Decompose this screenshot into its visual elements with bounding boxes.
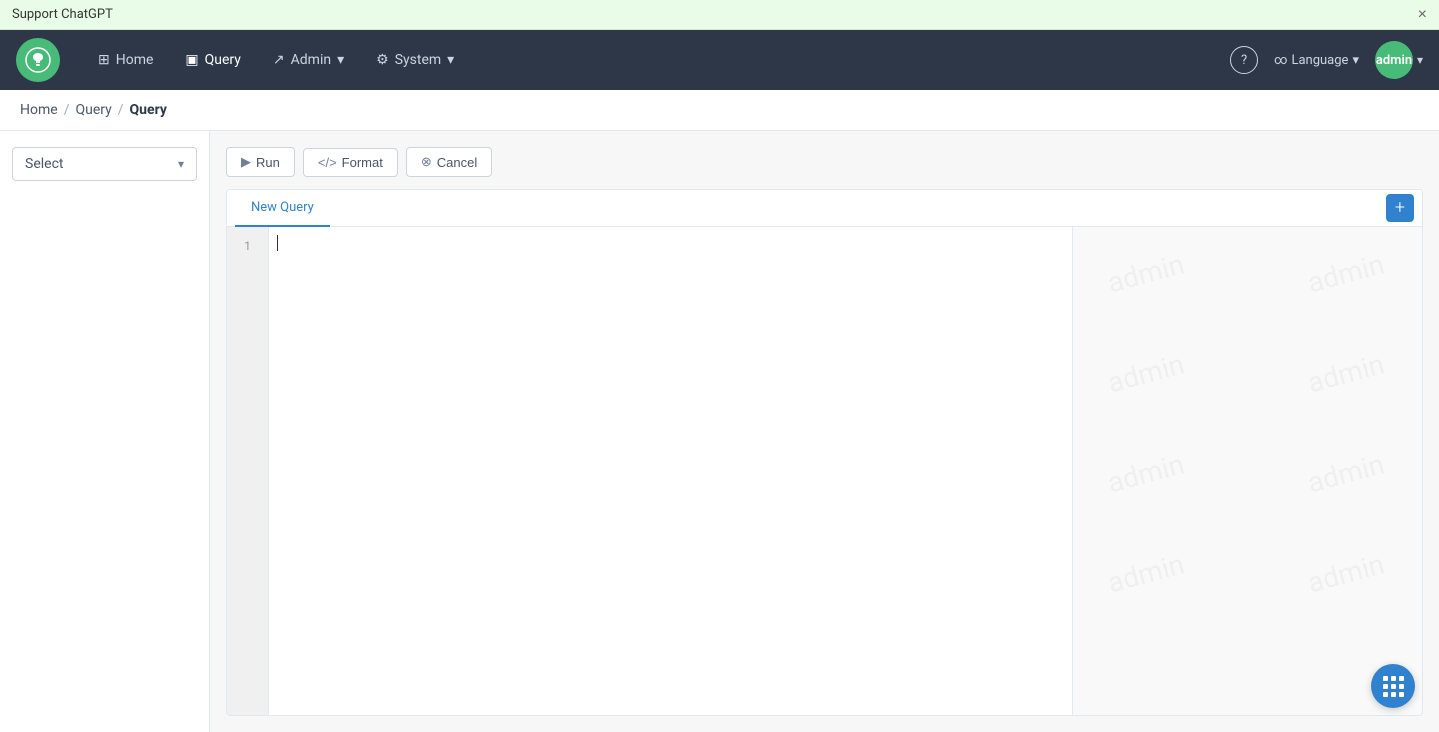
- tab-new-query[interactable]: New Query: [235, 190, 330, 227]
- app-title: Support ChatGPT: [12, 7, 113, 22]
- sidebar: Select ▾: [0, 131, 210, 732]
- select-dropdown[interactable]: Select ▾: [12, 147, 197, 181]
- breadcrumb-sep-1: /: [64, 102, 70, 118]
- breadcrumb-current: Query: [130, 102, 167, 118]
- home-icon: ⊞: [98, 52, 110, 68]
- nav-admin[interactable]: ↗ Admin ▾: [259, 44, 358, 76]
- system-caret: ▾: [447, 52, 454, 68]
- editor-input[interactable]: [269, 227, 1072, 715]
- nav-right: ? ∞ Language ▾ admin ▾: [1230, 41, 1423, 79]
- user-menu[interactable]: admin ▾: [1375, 41, 1423, 79]
- nav-home[interactable]: ⊞ Home: [84, 44, 167, 76]
- editor-cursor: [277, 235, 278, 251]
- admin-caret: ▾: [337, 52, 344, 68]
- editor-area: admin admin admin admin admin admin admi…: [227, 227, 1422, 715]
- close-button[interactable]: ×: [1418, 7, 1427, 23]
- breadcrumb-query[interactable]: Query: [75, 102, 111, 118]
- nav-items: ⊞ Home ▣ Query ↗ Admin ▾ ⚙ System ▾: [84, 44, 1222, 76]
- cancel-button[interactable]: ⊗ Cancel: [406, 147, 492, 177]
- dropdown-caret-icon: ▾: [178, 157, 184, 171]
- title-bar: Support ChatGPT ×: [0, 0, 1439, 30]
- line-number-1: 1: [227, 235, 268, 257]
- avatar: admin: [1375, 41, 1413, 79]
- nav-system[interactable]: ⚙ System ▾: [362, 44, 468, 76]
- breadcrumb-sep-2: /: [118, 102, 124, 118]
- breadcrumb-home[interactable]: Home: [20, 102, 58, 118]
- navbar: ⊞ Home ▣ Query ↗ Admin ▾ ⚙ System ▾ ? ∞ …: [0, 30, 1439, 90]
- main-layout: Select ▾ ▶ Run </> Format ⊗ Cancel: [0, 131, 1439, 732]
- format-icon: </>: [318, 155, 337, 170]
- breadcrumb: Home / Query / Query: [0, 90, 1439, 131]
- content-area: ▶ Run </> Format ⊗ Cancel New Query +: [210, 131, 1439, 732]
- nav-query[interactable]: ▣ Query: [171, 44, 255, 76]
- help-button[interactable]: ?: [1230, 46, 1258, 74]
- right-panel: [1072, 227, 1422, 715]
- format-button[interactable]: </> Format: [303, 148, 398, 177]
- run-icon: ▶: [241, 154, 251, 170]
- admin-icon: ↗: [273, 52, 285, 68]
- avatar-caret: ▾: [1417, 53, 1423, 67]
- language-selector[interactable]: ∞ Language ▾: [1274, 53, 1359, 68]
- system-icon: ⚙: [376, 52, 389, 68]
- query-panel: New Query + admin admin admin admin admi…: [226, 189, 1423, 716]
- language-icon: ∞: [1274, 53, 1287, 68]
- grid-icon: [1383, 676, 1403, 696]
- language-caret: ▾: [1352, 53, 1359, 68]
- query-icon: ▣: [185, 52, 198, 68]
- cancel-icon: ⊗: [421, 154, 432, 170]
- logo: [16, 38, 60, 82]
- run-button[interactable]: ▶ Run: [226, 147, 295, 177]
- line-numbers: 1: [227, 227, 269, 715]
- add-tab-button[interactable]: +: [1386, 194, 1414, 222]
- toolbar: ▶ Run </> Format ⊗ Cancel: [226, 147, 1423, 177]
- tabs-bar: New Query +: [227, 190, 1422, 227]
- select-value: Select: [25, 156, 63, 172]
- fab-button[interactable]: [1371, 664, 1415, 708]
